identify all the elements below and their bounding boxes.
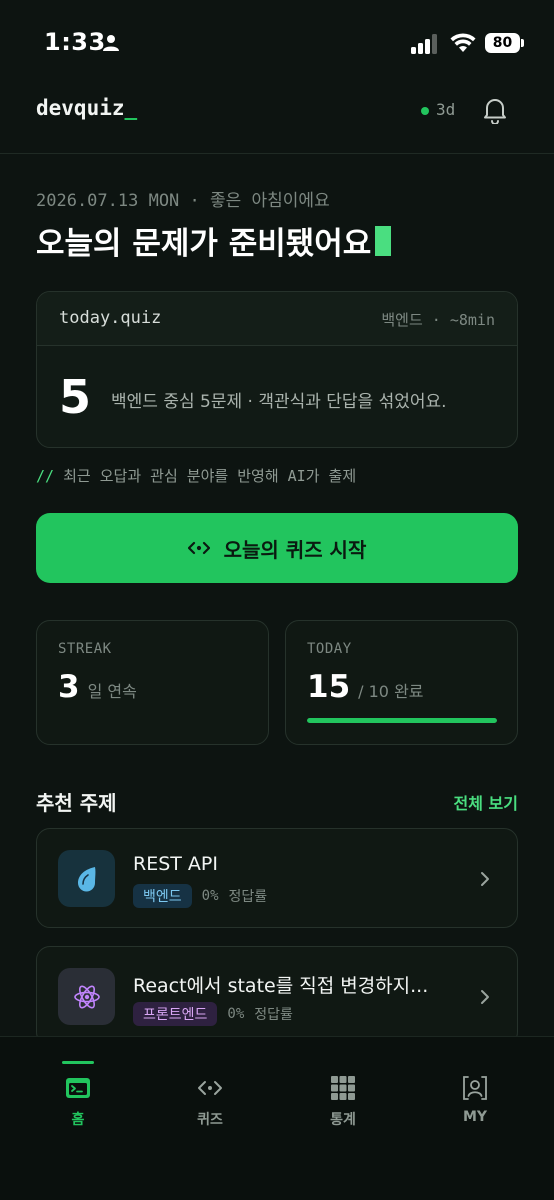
topic-card-rest-api[interactable]: REST API 백엔드 0% 정답률 bbox=[36, 828, 518, 928]
nav-my-label: MY bbox=[462, 1109, 488, 1125]
today-number: 15 bbox=[307, 669, 351, 705]
chevron-right-icon bbox=[481, 872, 489, 886]
status-bar: 1:33 80 bbox=[0, 0, 554, 84]
today-progress-fill bbox=[307, 718, 497, 723]
quiz-meta: 백엔드 · ~8min bbox=[381, 311, 495, 329]
start-quiz-button[interactable]: 오늘의 퀴즈 시작 bbox=[36, 513, 518, 583]
app-logo[interactable]: devquiz_ bbox=[36, 96, 137, 120]
topic-card-react-state[interactable]: React에서 state를 직접 변경하지... 프론트엔드 0% 정답률 bbox=[36, 946, 518, 1046]
ai-note: // 최근 오답과 관심 분야를 반영해 AI가 출제 bbox=[36, 465, 356, 486]
category-badge: 백엔드 bbox=[133, 884, 192, 908]
today-progress-bar bbox=[307, 718, 497, 723]
quiz-count: 5 bbox=[59, 370, 92, 424]
quiz-card-header: today.quiz 백엔드 · ~8min bbox=[37, 292, 517, 346]
user-frame-icon bbox=[463, 1076, 487, 1100]
recommended-title: 추천 주제 bbox=[36, 791, 117, 815]
wifi-icon bbox=[450, 33, 476, 52]
topic-meta: 백엔드 0% 정답률 bbox=[133, 884, 267, 908]
today-unit: / 10 완료 bbox=[358, 682, 424, 701]
page-title: 오늘의 문제가 준비됐어요 bbox=[36, 218, 392, 263]
topic-title: REST API bbox=[133, 853, 218, 875]
accuracy-value: 0% bbox=[227, 1006, 245, 1022]
topic-icon-box bbox=[58, 968, 115, 1025]
start-quiz-label: 오늘의 퀴즈 시작 bbox=[223, 537, 367, 562]
headline-text: 오늘의 문제가 준비됐어요 bbox=[36, 226, 372, 262]
nav-active-indicator bbox=[62, 1061, 94, 1064]
battery-indicator: 80 bbox=[485, 33, 525, 53]
comment-prefix: // bbox=[36, 467, 55, 485]
streak-dot bbox=[421, 107, 429, 115]
bell-icon[interactable] bbox=[482, 96, 508, 124]
chevron-right-icon bbox=[481, 990, 489, 1004]
see-all-link[interactable]: 전체 보기 bbox=[454, 790, 518, 814]
accuracy-value: 0% bbox=[201, 888, 219, 904]
nav-my[interactable]: MY bbox=[420, 1037, 530, 1137]
streak-label: STREAK bbox=[58, 641, 112, 657]
accuracy-label: 정답률 bbox=[254, 1007, 293, 1023]
topic-title: React에서 state를 직접 변경하지... bbox=[133, 975, 429, 997]
today-label: TODAY bbox=[307, 641, 352, 657]
topic-icon-box bbox=[58, 850, 115, 907]
comment-text: 최근 오답과 관심 분야를 반영해 AI가 출제 bbox=[63, 467, 357, 485]
streak-badge[interactable]: 3d bbox=[436, 100, 455, 119]
quiz-description: 백엔드 중심 5문제 · 객관식과 단답을 섞었어요. bbox=[111, 392, 447, 412]
today-quiz-card[interactable]: today.quiz 백엔드 · ~8min 5 백엔드 중심 5문제 · 객관… bbox=[36, 291, 518, 448]
today-card[interactable]: TODAY 15 / 10 완료 bbox=[285, 620, 518, 745]
nav-home[interactable]: 홈 bbox=[23, 1037, 133, 1137]
grid-icon bbox=[331, 1076, 355, 1100]
category-badge: 프론트엔드 bbox=[133, 1002, 218, 1026]
react-atom-icon bbox=[73, 985, 100, 1008]
topic-meta: 프론트엔드 0% 정답률 bbox=[133, 1002, 293, 1026]
nav-home-label: 홈 bbox=[71, 1112, 85, 1128]
logo-text: devquiz bbox=[36, 96, 125, 120]
accuracy-label: 정답률 bbox=[228, 889, 268, 905]
quiz-file-name: today.quiz bbox=[59, 308, 162, 328]
bottom-nav: 홈 퀴즈 통계 MY bbox=[0, 1036, 554, 1200]
nav-quiz[interactable]: 퀴즈 bbox=[155, 1037, 265, 1137]
code-icon bbox=[198, 1081, 222, 1095]
terminal-icon bbox=[66, 1078, 90, 1098]
cellular-signal-icon bbox=[411, 34, 437, 54]
app-header: devquiz_ 3d bbox=[0, 84, 554, 154]
nav-stats-label: 통계 bbox=[330, 1112, 356, 1128]
nav-stats[interactable]: 통계 bbox=[288, 1037, 398, 1137]
nav-quiz-label: 퀴즈 bbox=[197, 1112, 223, 1128]
streak-value: 3 일 연속 bbox=[58, 669, 137, 705]
droplet-icon bbox=[77, 866, 95, 891]
headline-cursor bbox=[375, 225, 392, 256]
battery-level: 80 bbox=[492, 35, 513, 51]
status-time: 1:33 bbox=[44, 28, 106, 56]
code-icon bbox=[187, 541, 210, 555]
logo-cursor: _ bbox=[124, 96, 138, 120]
today-value: 15 / 10 완료 bbox=[307, 669, 424, 705]
streak-number: 3 bbox=[58, 669, 80, 705]
person-icon bbox=[103, 35, 119, 51]
streak-card[interactable]: STREAK 3 일 연속 bbox=[36, 620, 269, 745]
date-greeting: 2026.07.13 MON · 좋은 아침이에요 bbox=[36, 191, 330, 211]
streak-unit: 일 연속 bbox=[87, 682, 137, 701]
